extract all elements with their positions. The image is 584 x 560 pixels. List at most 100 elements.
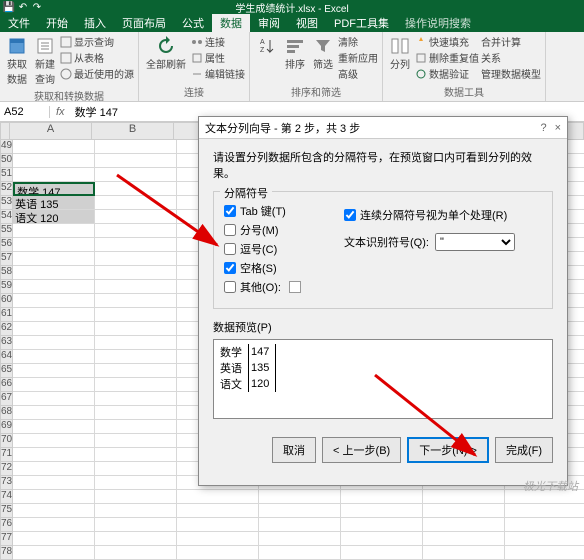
cell[interactable] xyxy=(177,490,259,504)
get-data-button[interactable]: 获取 数据 xyxy=(4,34,30,88)
cell[interactable] xyxy=(95,182,177,196)
tab-layout[interactable]: 页面布局 xyxy=(114,13,174,33)
row-header[interactable]: 56 xyxy=(0,238,13,252)
back-button[interactable]: < 上一步(B) xyxy=(322,437,401,463)
row-header[interactable]: 73 xyxy=(0,476,13,490)
cell[interactable] xyxy=(95,518,177,532)
name-box[interactable]: A52 xyxy=(0,106,50,118)
comma-checkbox[interactable] xyxy=(224,243,236,255)
cell[interactable] xyxy=(13,392,95,406)
text-to-columns-button[interactable]: 分列 xyxy=(387,34,413,81)
cell[interactable] xyxy=(95,154,177,168)
row-header[interactable]: 70 xyxy=(0,434,13,448)
cell[interactable] xyxy=(259,490,341,504)
cell[interactable] xyxy=(177,504,259,518)
cell[interactable] xyxy=(423,532,505,546)
cell[interactable] xyxy=(95,546,177,560)
cell[interactable] xyxy=(13,476,95,490)
data-validation-button[interactable]: 数据验证 xyxy=(415,66,479,81)
cell[interactable] xyxy=(95,266,177,280)
tab-formula[interactable]: 公式 xyxy=(174,13,212,33)
cell[interactable] xyxy=(13,238,95,252)
cancel-button[interactable]: 取消 xyxy=(272,437,316,463)
cell[interactable] xyxy=(13,406,95,420)
row-header[interactable]: 63 xyxy=(0,336,13,350)
cell[interactable] xyxy=(95,140,177,154)
cell[interactable] xyxy=(13,294,95,308)
relationships-button[interactable]: 关系 xyxy=(481,50,541,65)
tab-pdf[interactable]: PDF工具集 xyxy=(326,13,397,33)
cell[interactable] xyxy=(95,336,177,350)
data-model-button[interactable]: 管理数据模型 xyxy=(481,66,541,81)
row-header[interactable]: 76 xyxy=(0,518,13,532)
cell[interactable] xyxy=(95,252,177,266)
cell[interactable] xyxy=(177,532,259,546)
semicolon-checkbox[interactable] xyxy=(224,224,236,236)
cell[interactable] xyxy=(95,322,177,336)
row-header[interactable]: 75 xyxy=(0,504,13,518)
cell[interactable] xyxy=(505,546,584,560)
row-header[interactable]: 78 xyxy=(0,546,13,560)
cell[interactable] xyxy=(95,420,177,434)
cell[interactable] xyxy=(95,490,177,504)
row-header[interactable]: 62 xyxy=(0,322,13,336)
fx-icon[interactable]: fx xyxy=(50,106,71,118)
row-header[interactable]: 59 xyxy=(0,280,13,294)
row-header[interactable]: 54 xyxy=(0,210,13,224)
space-checkbox[interactable] xyxy=(224,262,236,274)
cell[interactable] xyxy=(341,504,423,518)
connections-button[interactable]: 连接 xyxy=(191,34,245,49)
tab-data[interactable]: 数据 xyxy=(212,13,250,33)
cell[interactable] xyxy=(13,252,95,266)
cell[interactable] xyxy=(177,518,259,532)
cell[interactable] xyxy=(13,154,95,168)
edit-links-button[interactable]: 编辑链接 xyxy=(191,66,245,81)
cell[interactable]: 语文 120 xyxy=(13,210,95,224)
clear-button[interactable]: 清除 xyxy=(338,34,378,49)
consecutive-checkbox[interactable] xyxy=(344,209,356,221)
properties-button[interactable]: 属性 xyxy=(191,50,245,65)
cell[interactable] xyxy=(13,364,95,378)
recent-sources-button[interactable]: 最近使用的源 xyxy=(60,66,134,81)
cell[interactable] xyxy=(259,532,341,546)
consolidate-button[interactable]: 合并计算 xyxy=(481,34,541,49)
row-header[interactable]: 61 xyxy=(0,308,13,322)
other-checkbox[interactable] xyxy=(224,281,236,293)
undo-icon[interactable]: ↶ xyxy=(18,2,28,12)
cell[interactable] xyxy=(95,168,177,182)
cell[interactable] xyxy=(505,518,584,532)
cell[interactable] xyxy=(95,504,177,518)
cell[interactable] xyxy=(13,448,95,462)
cell[interactable] xyxy=(13,336,95,350)
cell[interactable] xyxy=(13,518,95,532)
cell[interactable] xyxy=(95,532,177,546)
cell[interactable] xyxy=(95,196,177,210)
cell[interactable] xyxy=(95,448,177,462)
cell[interactable] xyxy=(423,546,505,560)
tab-checkbox[interactable] xyxy=(224,205,236,217)
tab-review[interactable]: 审阅 xyxy=(250,13,288,33)
cell[interactable] xyxy=(95,350,177,364)
row-header[interactable]: 69 xyxy=(0,420,13,434)
row-header[interactable]: 64 xyxy=(0,350,13,364)
tab-tell-me[interactable]: 操作说明搜索 xyxy=(397,13,479,33)
cell[interactable] xyxy=(95,392,177,406)
help-icon[interactable]: ? xyxy=(540,122,546,134)
save-icon[interactable]: 💾 xyxy=(4,2,14,12)
new-query-button[interactable]: 新建 查询 xyxy=(32,34,58,88)
row-header[interactable]: 57 xyxy=(0,252,13,266)
row-header[interactable]: 50 xyxy=(0,154,13,168)
cell[interactable] xyxy=(13,378,95,392)
cell[interactable] xyxy=(13,462,95,476)
tab-view[interactable]: 视图 xyxy=(288,13,326,33)
cell[interactable] xyxy=(13,532,95,546)
cell[interactable] xyxy=(505,504,584,518)
cell[interactable] xyxy=(13,266,95,280)
row-header[interactable]: 77 xyxy=(0,532,13,546)
cell[interactable] xyxy=(423,490,505,504)
flash-fill-button[interactable]: 快速填充 xyxy=(415,34,479,49)
row-header[interactable]: 72 xyxy=(0,462,13,476)
row-header[interactable]: 51 xyxy=(0,168,13,182)
cell[interactable] xyxy=(259,546,341,560)
next-button[interactable]: 下一步(N) > xyxy=(407,437,489,463)
